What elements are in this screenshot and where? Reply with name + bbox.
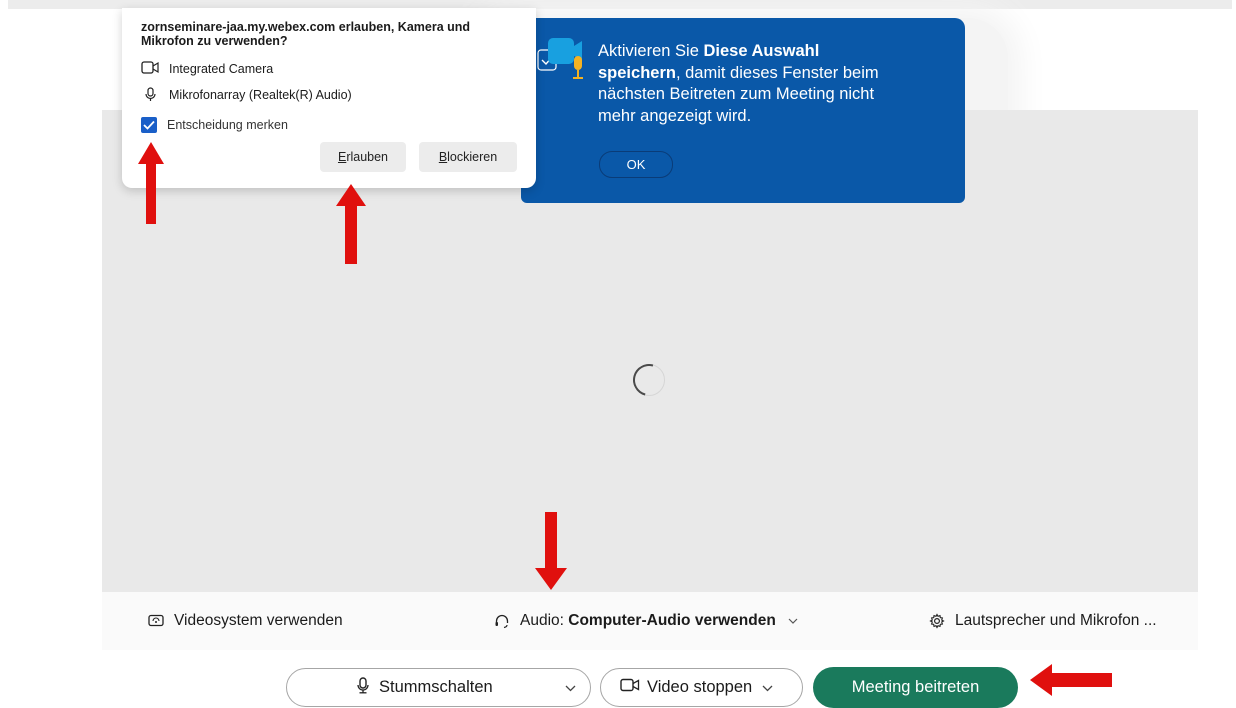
- red-arrow-left-join: [1030, 664, 1112, 696]
- block-button[interactable]: Blockieren: [419, 142, 517, 172]
- video-stop-button[interactable]: Video stoppen: [600, 668, 803, 707]
- video-options-chevron-icon[interactable]: [762, 678, 773, 697]
- red-arrow-up-checkbox: [138, 142, 164, 224]
- chevron-down-icon: [788, 618, 798, 624]
- video-system-label: Videosystem verwenden: [174, 612, 343, 629]
- allow-button[interactable]: Erlauben: [320, 142, 406, 172]
- video-system-icon: [148, 614, 164, 628]
- audio-select[interactable]: Audio: Computer-Audio verwenden: [494, 592, 798, 650]
- join-meeting-button[interactable]: Meeting beitreten: [813, 667, 1018, 708]
- tooltip-text: Aktivieren Sie Diese Auswahl speichern, …: [598, 42, 879, 125]
- tooltip-ok-button[interactable]: OK: [599, 151, 673, 178]
- remember-decision-checkbox[interactable]: [141, 117, 157, 133]
- camera-icon: [620, 678, 640, 697]
- remember-choice-tooltip: Aktivieren Sie Diese Auswahl speichern, …: [521, 18, 965, 203]
- headset-icon: [494, 613, 510, 629]
- speaker-mic-settings-button[interactable]: Lautsprecher und Mikrofon ...: [929, 592, 1157, 650]
- microphone-icon: [357, 676, 369, 699]
- microphone-icon: [141, 87, 159, 102]
- gear-icon: [929, 613, 945, 629]
- microphone-permission-row: Mikrofonarray (Realtek(R) Audio): [141, 87, 352, 102]
- remember-decision-label: Entscheidung merken: [167, 118, 288, 132]
- mute-button[interactable]: Stummschalten: [286, 668, 591, 707]
- video-system-button[interactable]: Videosystem verwenden: [148, 592, 343, 650]
- speaker-mic-label: Lautsprecher und Mikrofon ...: [955, 612, 1157, 629]
- settings-bar: Videosystem verwenden Audio: Computer-Au…: [102, 592, 1198, 650]
- permission-title: zornseminare-jaa.my.webex.com erlauben, …: [141, 20, 471, 48]
- microphone-device-label: Mikrofonarray (Realtek(R) Audio): [169, 87, 352, 102]
- camera-device-label: Integrated Camera: [169, 62, 274, 76]
- join-meeting-label: Meeting beitreten: [851, 678, 980, 696]
- video-stop-label: Video stoppen: [647, 678, 753, 696]
- mute-label: Stummschalten: [379, 678, 493, 696]
- camera-permission-row: Integrated Camera: [141, 61, 273, 77]
- camera-icon: [141, 61, 159, 77]
- audio-label: Audio:: [520, 612, 564, 629]
- red-arrow-up-allow: [336, 184, 366, 264]
- audio-value: Computer-Audio verwenden: [568, 612, 776, 629]
- remember-decision-row[interactable]: Entscheidung merken: [141, 117, 288, 133]
- red-arrow-down-audio: [535, 512, 567, 590]
- camera-permission-icon: [536, 30, 604, 95]
- mute-options-chevron-icon[interactable]: [565, 678, 576, 697]
- permission-dialog: zornseminare-jaa.my.webex.com erlauben, …: [122, 8, 536, 188]
